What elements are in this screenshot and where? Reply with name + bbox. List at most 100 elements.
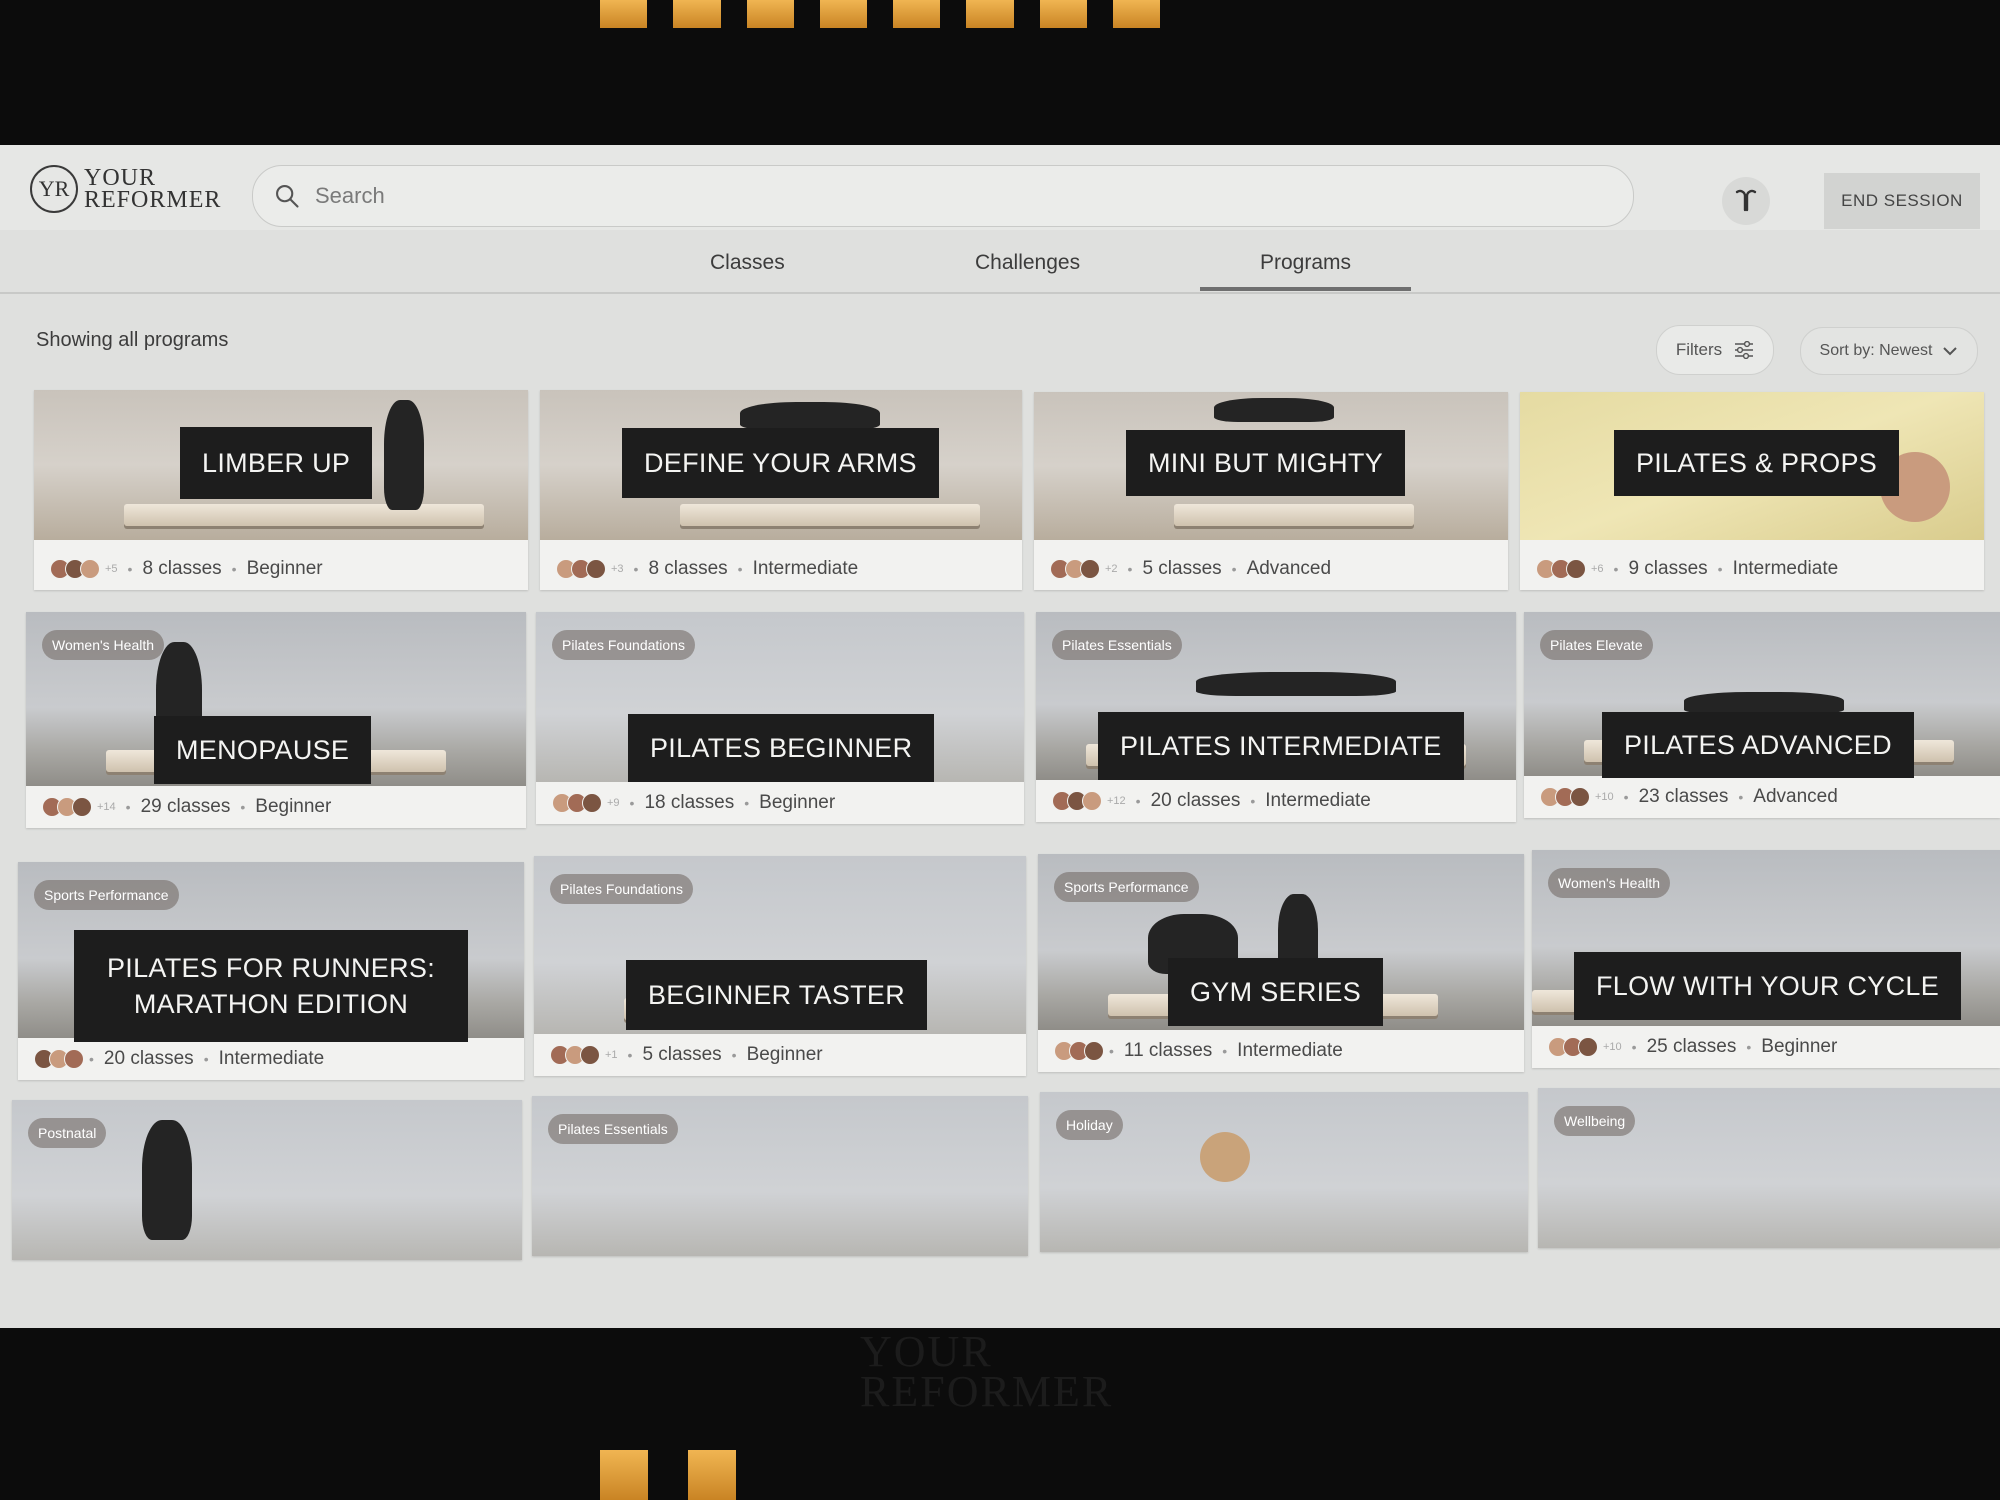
results-summary: Showing all programs bbox=[36, 329, 229, 351]
participant-avatars: +9 bbox=[552, 793, 620, 813]
program-card-flow-with-your-cycle[interactable]: Women's Health FLOW WITH YOUR CYCLE +10 … bbox=[1532, 850, 2000, 1068]
participant-avatars bbox=[1054, 1041, 1104, 1061]
sliders-icon bbox=[1735, 341, 1754, 359]
class-count: 9 classes bbox=[1628, 558, 1708, 579]
level: Advanced bbox=[1246, 558, 1332, 579]
level: Intermediate bbox=[1237, 1040, 1343, 1061]
instructor-figure bbox=[1196, 672, 1396, 696]
earbuds-button[interactable] bbox=[1722, 177, 1770, 225]
program-meta: +9 • 18 classes • Beginner bbox=[536, 782, 1024, 824]
search-bar[interactable] bbox=[252, 165, 1634, 227]
program-card-pilates-for-runners[interactable]: Sports Performance PILATES FOR RUNNERS: … bbox=[18, 862, 524, 1080]
tab-classes[interactable]: Classes bbox=[710, 251, 785, 275]
program-meta: • 20 classes • Intermediate bbox=[18, 1038, 524, 1080]
program-card-menopause[interactable]: Women's Health MENOPAUSE +14 • 29 classes… bbox=[26, 612, 526, 828]
participant-avatars: +10 bbox=[1540, 787, 1614, 807]
instructor-figure bbox=[384, 400, 424, 510]
app-screen: YR YOUR REFORMER END SESSION Classes Cha… bbox=[0, 145, 2000, 1328]
app-logo[interactable]: YR YOUR REFORMER bbox=[30, 159, 221, 219]
program-card-gym-series[interactable]: Sports Performance GYM SERIES • 11 classe… bbox=[1038, 854, 1524, 1072]
search-icon bbox=[276, 185, 299, 208]
level: Intermediate bbox=[218, 1048, 325, 1069]
participant-avatars: +5 bbox=[50, 559, 118, 579]
ceiling-lights bbox=[600, 0, 1160, 28]
instructor-figure bbox=[1684, 692, 1844, 714]
category-badge: Pilates Elevate bbox=[1540, 630, 1653, 660]
tab-programs[interactable]: Programs bbox=[1199, 251, 1412, 291]
class-count: 18 classes bbox=[644, 792, 735, 813]
class-count: 20 classes bbox=[1150, 790, 1241, 811]
level: Beginner bbox=[746, 1044, 823, 1065]
bezel-logo: YOUR REFORMER bbox=[860, 1327, 1114, 1416]
programs-grid: LIMBER UP +5 • 8 classes • Beginner DEFINE… bbox=[0, 390, 2000, 1328]
category-badge: Wellbeing bbox=[1554, 1106, 1636, 1136]
class-count: 20 classes bbox=[103, 1048, 194, 1069]
program-meta: +2 • 5 classes • Advanced bbox=[1034, 548, 1508, 590]
program-title: PILATES & PROPS bbox=[1614, 430, 1900, 496]
category-badge: Sports Performance bbox=[1054, 872, 1199, 902]
category-badge: Pilates Foundations bbox=[552, 630, 695, 660]
class-count: 5 classes bbox=[642, 1044, 722, 1065]
reformer-machine bbox=[1174, 504, 1414, 526]
category-badge: Pilates Foundations bbox=[550, 874, 693, 904]
participant-avatars: +2 bbox=[1050, 559, 1118, 579]
sort-label: Sort by: Newest bbox=[1819, 342, 1933, 359]
class-count: 29 classes bbox=[140, 796, 231, 817]
participant-avatars: +14 bbox=[42, 797, 116, 817]
category-badge: Women's Health bbox=[42, 630, 165, 660]
logo-mark: YR bbox=[30, 165, 78, 213]
earbuds-icon bbox=[1735, 189, 1757, 212]
program-title: FLOW WITH YOUR CYCLE bbox=[1574, 952, 1962, 1020]
level: Advanced bbox=[1753, 786, 1838, 807]
participant-avatars: +1 bbox=[550, 1045, 618, 1065]
category-badge: Pilates Essentials bbox=[1052, 630, 1182, 660]
program-card-pilates-beginner[interactable]: Pilates Foundations PILATES BEGINNER +9 … bbox=[536, 612, 1024, 824]
program-card-beginner-taster[interactable]: Pilates Foundations BEGINNER TASTER +1 •… bbox=[534, 856, 1026, 1076]
program-card-pilates-intermediate[interactable]: Pilates Essentials PILATES INTERMEDIATE … bbox=[1036, 612, 1516, 822]
program-card-wellbeing[interactable]: Wellbeing bbox=[1538, 1088, 2000, 1248]
level: Beginner bbox=[255, 796, 332, 817]
program-meta: +6 • 9 classes • Intermediate bbox=[1520, 548, 1984, 590]
program-meta: +10 • 23 classes • Advanced bbox=[1524, 776, 2000, 818]
program-meta: • 11 classes • Intermediate bbox=[1038, 1030, 1524, 1072]
level: Intermediate bbox=[1265, 790, 1371, 811]
program-title: MENOPAUSE bbox=[154, 716, 372, 784]
level: Beginner bbox=[1761, 1036, 1838, 1057]
program-meta: +14 • 29 classes • Beginner bbox=[26, 786, 526, 828]
program-card-pilates-props[interactable]: PILATES & PROPS +6 • 9 classes • Intermedi… bbox=[1520, 392, 1984, 590]
reformer-machine bbox=[124, 504, 484, 526]
participant-avatars: +12 bbox=[1052, 791, 1126, 811]
program-title: GYM SERIES bbox=[1168, 958, 1384, 1026]
tab-bar: Classes Challenges Programs bbox=[0, 237, 2000, 294]
chevron-down-icon bbox=[1943, 347, 1958, 356]
header: YR YOUR REFORMER END SESSION bbox=[0, 145, 2000, 230]
program-card-mini-but-mighty[interactable]: MINI BUT MIGHTY +2 • 5 classes • Advanced bbox=[1034, 392, 1508, 590]
participant-avatars: +6 bbox=[1536, 559, 1604, 579]
program-card-pilates-advanced[interactable]: Pilates Elevate PILATES ADVANCED +10 • 23… bbox=[1524, 612, 2000, 818]
class-count: 8 classes bbox=[648, 558, 728, 579]
program-title: PILATES INTERMEDIATE bbox=[1098, 712, 1464, 780]
program-title: DEFINE YOUR ARMS bbox=[622, 428, 939, 498]
program-meta: +3 • 8 classes • Intermediate bbox=[540, 548, 1022, 590]
program-card-limber-up[interactable]: LIMBER UP +5 • 8 classes • Beginner bbox=[34, 390, 528, 590]
program-card-pilates-essentials[interactable]: Pilates Essentials bbox=[532, 1096, 1028, 1256]
class-count: 25 classes bbox=[1646, 1036, 1737, 1057]
category-badge: Postnatal bbox=[28, 1118, 107, 1148]
program-card-postnatal[interactable]: Postnatal bbox=[12, 1100, 522, 1260]
search-input[interactable] bbox=[313, 182, 1597, 210]
program-card-define-your-arms[interactable]: DEFINE YOUR ARMS +3 • 8 classes • Intermed… bbox=[540, 390, 1022, 590]
sort-dropdown[interactable]: Sort by: Newest bbox=[1800, 327, 1978, 375]
tab-challenges[interactable]: Challenges bbox=[975, 251, 1080, 275]
participant-avatars bbox=[34, 1049, 84, 1069]
instructor-figure bbox=[142, 1120, 192, 1240]
program-title: MINI BUT MIGHTY bbox=[1126, 430, 1406, 496]
end-session-button[interactable]: END SESSION bbox=[1824, 173, 1980, 229]
category-badge: Pilates Essentials bbox=[548, 1114, 678, 1144]
filters-button[interactable]: Filters bbox=[1656, 325, 1774, 375]
program-meta: +10 • 25 classes • Beginner bbox=[1532, 1026, 2000, 1068]
participant-avatars: +10 bbox=[1548, 1037, 1622, 1057]
category-badge: Sports Performance bbox=[34, 880, 179, 910]
class-count: 23 classes bbox=[1638, 786, 1729, 807]
level: Intermediate bbox=[752, 558, 859, 579]
program-card-holiday[interactable]: Holiday bbox=[1040, 1092, 1528, 1252]
